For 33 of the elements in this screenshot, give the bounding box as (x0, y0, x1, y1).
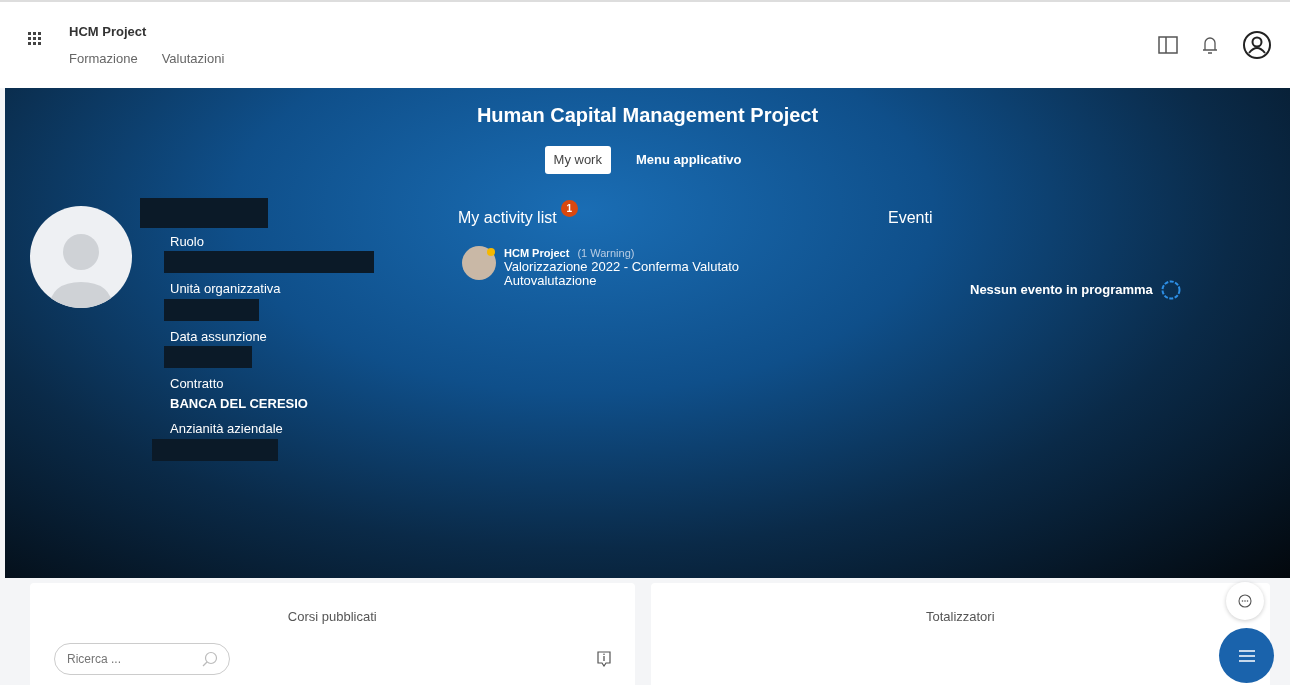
tab[interactable]: My work (544, 146, 611, 174)
nav-link[interactable]: Formazione (69, 49, 138, 69)
activity-note: (1 Warning) (577, 246, 635, 259)
nav-link[interactable]: Valutazioni (161, 49, 225, 69)
user-account-icon[interactable] (1242, 30, 1272, 60)
activity-source: HCM Project (504, 246, 570, 259)
search-field[interactable]: Ricerca ... (54, 642, 230, 675)
section-title: Eventi (888, 207, 934, 228)
app-title: HCM Project (69, 22, 148, 41)
activity-text: Valorizzazione 2022 - Conferma Valutato Autovalutazione (504, 259, 741, 289)
panel-icon[interactable] (1158, 36, 1178, 54)
field-label: Contratto (170, 375, 225, 393)
field-value: BANCA DEL CERESIO (170, 394, 309, 413)
info-icon[interactable] (596, 650, 611, 667)
notification-bell-icon[interactable] (1202, 35, 1218, 55)
section-title: My activity list (458, 208, 557, 226)
menu-icon (1237, 648, 1256, 663)
status-dot (487, 247, 495, 256)
loading-spinner-icon (1160, 279, 1181, 300)
hero-title: Human Capital Management Project (476, 104, 819, 126)
field-label: Ruolo (170, 232, 205, 251)
card-title: Totalizzatori (925, 609, 995, 624)
search-icon (202, 650, 218, 667)
chat-bubble-icon (1238, 594, 1252, 608)
empty-message: Nessun evento in programma (970, 280, 1153, 299)
field-label: Anzianità aziendale (170, 420, 284, 438)
app-grid-icon[interactable] (28, 31, 41, 45)
tab[interactable]: Menu applicativo (626, 146, 751, 174)
activity-item[interactable]: HCM Project (1 Warning) Valorizzazione 2022 - Conferma Valutato Autovalutazione (458, 245, 888, 289)
field-label: Data assunzione (170, 327, 268, 346)
card-title: Corsi pubblicati (287, 609, 377, 624)
field-label: Unità organizzativa (170, 280, 282, 298)
count-badge: 1 (560, 199, 578, 217)
